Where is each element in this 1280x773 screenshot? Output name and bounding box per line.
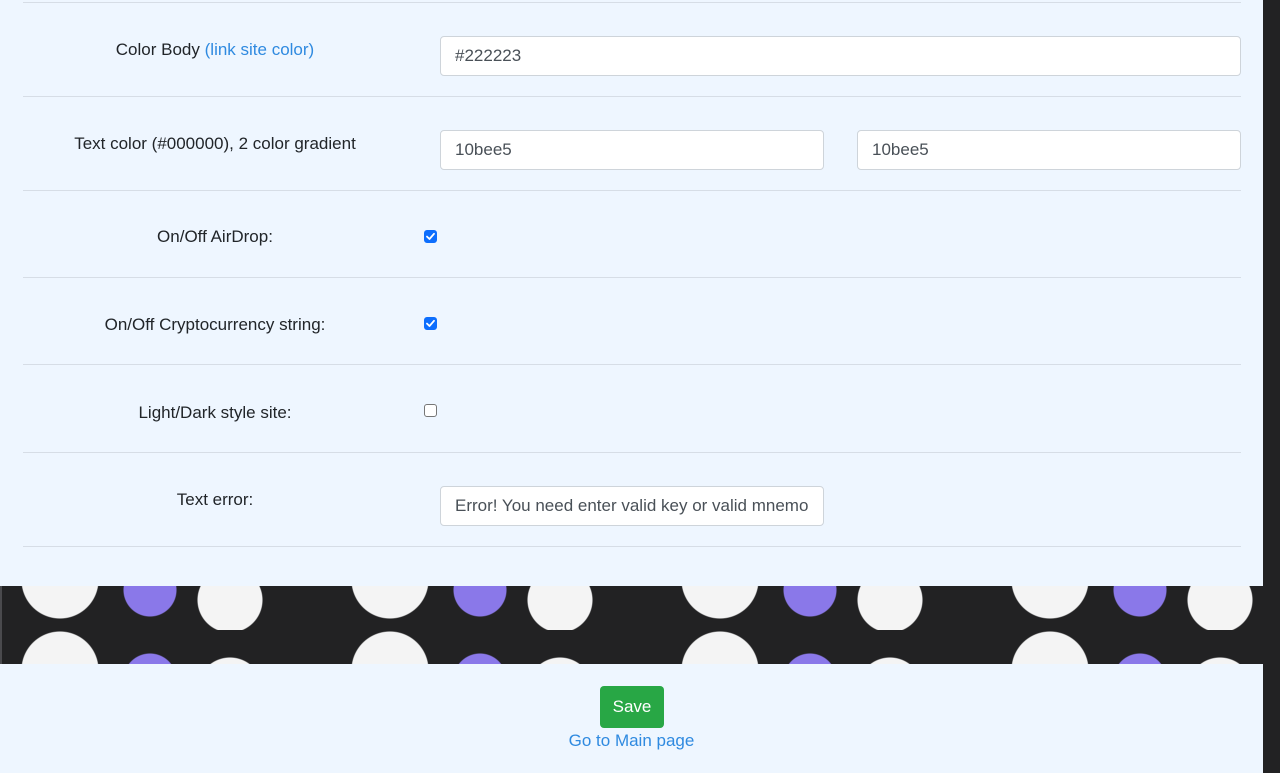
crypto-string-checkbox[interactable] [424,317,437,330]
settings-row-text-color: Text color (#000000), 2 color gradient [23,97,1241,191]
crypto-string-label: On/Off Cryptocurrency string: [104,315,326,334]
check-icon [426,232,435,240]
check-icon [426,319,435,327]
airdrop-checkbox[interactable] [424,230,437,243]
color-body-input[interactable] [440,36,1241,76]
color-body-label-text: Color Body [115,40,200,59]
light-dark-checkbox[interactable] [424,404,437,417]
settings-row-light-dark: Light/Dark style site: [23,365,1241,453]
text-error-label: Text error: [176,490,254,509]
settings-row-crypto-string: On/Off Cryptocurrency string: [23,278,1241,365]
text-color-input-2[interactable] [857,130,1241,170]
settings-row-color-body: Color Body (link site color) [23,3,1241,97]
save-button[interactable]: Save [600,686,664,728]
link-site-color[interactable]: (link site color) [205,40,315,59]
color-body-label: Color Body (link site color) [23,40,407,60]
settings-row-text-error: Text error: [23,453,1241,547]
text-error-input[interactable] [440,486,824,526]
light-dark-label: Light/Dark style site: [138,403,292,422]
text-color-input-1[interactable] [440,130,824,170]
settings-panel: Color Body (link site color) Text color … [0,0,1263,586]
go-to-main-page-link[interactable]: Go to Main page [0,731,1263,751]
text-color-label: Text color (#000000), 2 color gradient [74,134,356,153]
settings-row-airdrop: On/Off AirDrop: [23,191,1241,278]
airdrop-label: On/Off AirDrop: [157,227,273,246]
